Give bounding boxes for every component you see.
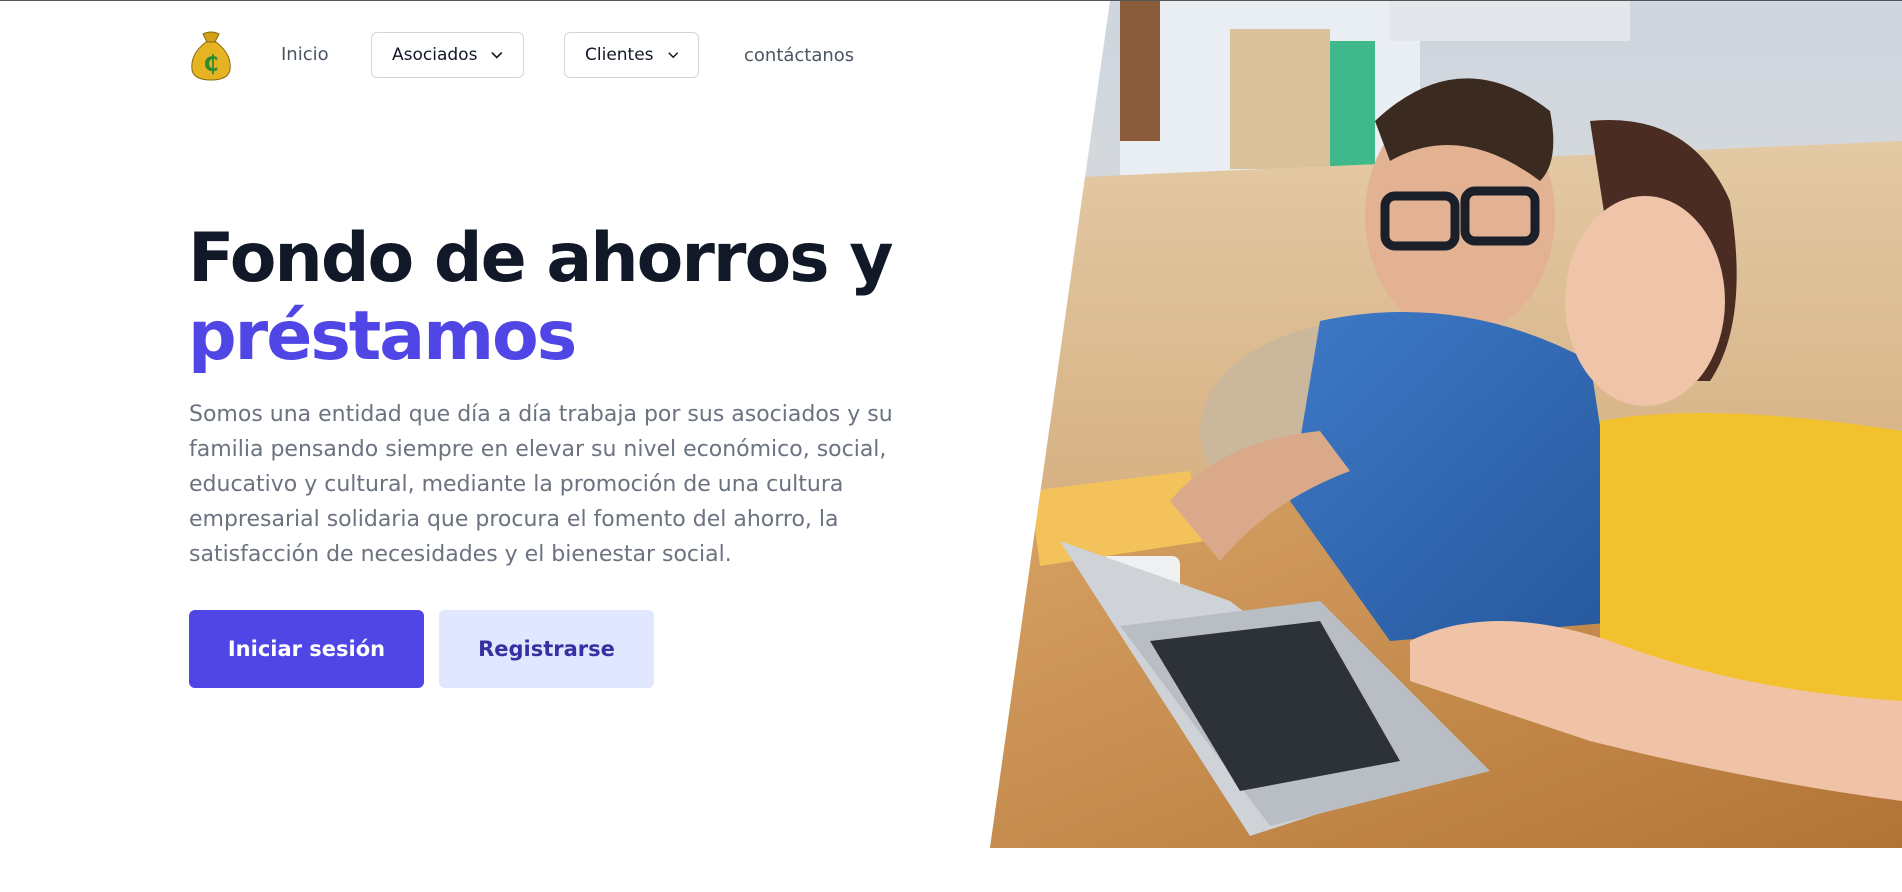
money-bag-icon[interactable]: ₵	[188, 30, 234, 82]
dropdown-asociados-label: Asociados	[392, 45, 478, 65]
hero-title-accent: préstamos	[188, 297, 577, 376]
dropdown-clientes-label: Clientes	[585, 45, 654, 65]
nav-link-contactanos[interactable]: contáctanos	[744, 45, 854, 66]
hero-photo	[990, 1, 1902, 848]
register-button[interactable]: Registrarse	[439, 610, 654, 688]
dropdown-clientes[interactable]: Clientes	[564, 32, 699, 78]
nav-link-inicio[interactable]: Inicio	[281, 44, 329, 65]
hero-title: Fondo de ahorros y préstamos	[188, 219, 894, 376]
hero-title-line1: Fondo de ahorros y	[188, 219, 894, 298]
svg-text:₵: ₵	[203, 52, 218, 77]
chevron-down-icon	[491, 51, 503, 59]
login-button[interactable]: Iniciar sesión	[189, 610, 424, 688]
top-navigation: ₵ Inicio Asociados Clientes contáctanos	[0, 0, 1000, 114]
chevron-down-icon	[667, 52, 678, 59]
hero-description: Somos una entidad que día a día trabaja …	[189, 402, 893, 567]
dropdown-asociados[interactable]: Asociados	[371, 32, 524, 78]
